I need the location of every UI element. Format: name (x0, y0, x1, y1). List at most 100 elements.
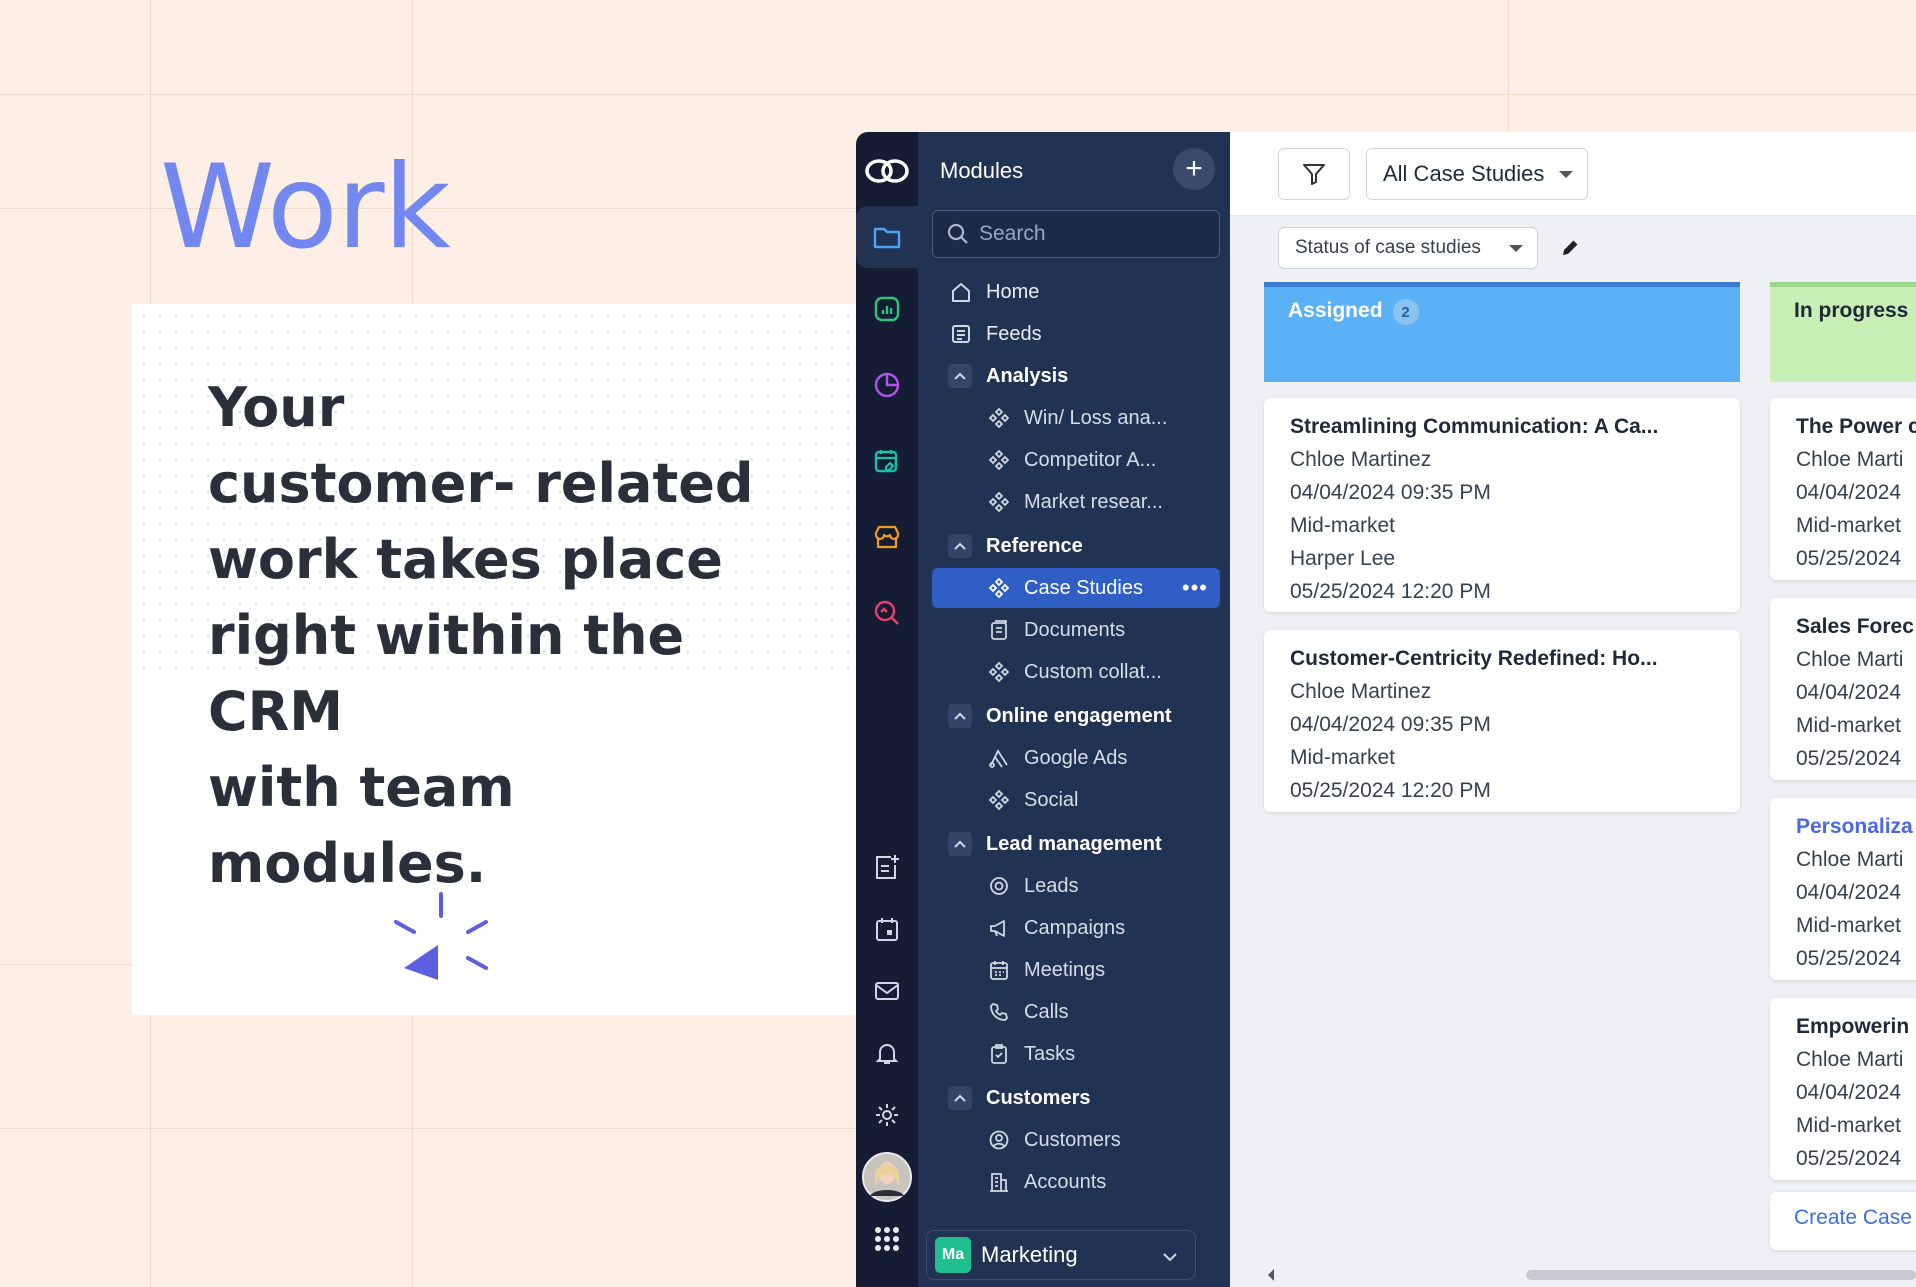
tagline-line: right within the CRM (208, 604, 685, 743)
status-select-value: Status of case studies (1295, 237, 1481, 258)
filter-button[interactable] (1278, 148, 1350, 200)
card-field: Mid-market (1796, 714, 1902, 737)
filter-icon (1303, 164, 1325, 185)
search-input[interactable]: Search (932, 210, 1220, 258)
sidebar-item-accounts[interactable]: Accounts (932, 1162, 1220, 1202)
case-card[interactable]: The Power c Chloe Marti 04/04/2024 Mid-m… (1770, 398, 1916, 580)
sidebar-item-customers[interactable]: Customers (932, 1120, 1220, 1160)
chevron-down-icon (1163, 1242, 1177, 1268)
sidebar-item-label: Campaigns (1024, 916, 1126, 939)
view-select[interactable]: All Case Studies (1366, 148, 1588, 200)
planner-icon[interactable] (856, 430, 918, 492)
sidebar-item-tasks[interactable]: Tasks (932, 1034, 1220, 1074)
group-label: Online engagement (986, 704, 1172, 727)
case-card[interactable]: Customer-Centricity Redefined: Ho... Chl… (1264, 630, 1740, 812)
card-field: 04/04/2024 (1796, 1081, 1902, 1104)
case-card[interactable]: Sales Forec Chloe Marti 04/04/2024 Mid-m… (1770, 598, 1916, 780)
card-title: Sales Forec (1796, 615, 1914, 638)
modules-folder-icon[interactable] (856, 206, 918, 268)
tagline-line: work takes place (208, 528, 723, 591)
column-header-in-progress[interactable]: In progress (1770, 282, 1916, 382)
group-label: Reference (986, 534, 1083, 557)
create-case-button[interactable]: Create Case (1770, 1192, 1916, 1250)
team-module-icon (986, 659, 1012, 685)
more-options-icon[interactable]: ••• (1182, 575, 1208, 601)
chevron-up-icon (948, 1086, 972, 1110)
calendar-icon[interactable] (856, 898, 918, 960)
team-switcher[interactable]: Ma Marketing (926, 1230, 1196, 1280)
case-card[interactable]: Empowerin Chloe Marti 04/04/2024 Mid-mar… (1770, 998, 1916, 1180)
sidebar-item-market-research[interactable]: Market resear... (932, 482, 1220, 522)
edit-pencil-icon[interactable] (1560, 236, 1582, 258)
sidebar-item-label: Feeds (986, 322, 1042, 345)
sidebar-item-calls[interactable]: Calls (932, 992, 1220, 1032)
caret-down-icon (1559, 171, 1573, 178)
group-customers[interactable]: Customers (932, 1078, 1220, 1118)
crm-window: Modules + Search Home Feeds Analysis Win… (856, 132, 1916, 1287)
column-header-assigned[interactable]: Assigned 2 (1264, 282, 1740, 382)
sidebar-item-leads[interactable]: Leads (932, 866, 1220, 906)
sidebar-item-home[interactable]: Home (932, 272, 1220, 312)
group-lead-management[interactable]: Lead management (932, 824, 1220, 864)
reports-pie-icon[interactable] (856, 354, 918, 416)
sidebar-item-label: Meetings (1024, 958, 1106, 981)
sidebar-item-custom-collat[interactable]: Custom collat... (932, 652, 1220, 692)
column-title: Assigned (1288, 299, 1383, 322)
modules-sidebar: Modules + Search Home Feeds Analysis Win… (918, 132, 1230, 1287)
toolbar: All Case Studies (1230, 132, 1916, 216)
sidebar-item-google-ads[interactable]: Google Ads (932, 738, 1220, 778)
card-title: Empowerin (1796, 1015, 1910, 1038)
leads-target-icon (986, 873, 1012, 899)
card-field: Mid-market (1290, 514, 1396, 537)
icon-rail (856, 132, 918, 1287)
sidebar-item-label: Case Studies (1024, 576, 1143, 599)
bell-icon[interactable] (856, 1022, 918, 1084)
sidebar-item-feeds[interactable]: Feeds (932, 314, 1220, 354)
card-field: 05/25/2024 (1796, 1147, 1902, 1170)
card-field: Chloe Marti (1796, 648, 1904, 671)
user-avatar[interactable] (856, 1146, 918, 1208)
sidebar-item-win-loss[interactable]: Win/ Loss ana... (932, 398, 1220, 438)
sidebar-item-label: Competitor A... (1024, 448, 1157, 471)
mail-icon[interactable] (856, 960, 918, 1022)
sidebar-item-documents[interactable]: Documents (932, 610, 1220, 650)
sidebar-item-meetings[interactable]: Meetings (932, 950, 1220, 990)
card-title: Personaliza (1796, 815, 1913, 838)
sidebar-item-label: Customers (1024, 1128, 1121, 1151)
sidebar-item-social[interactable]: Social (932, 780, 1220, 820)
analytics-icon[interactable] (856, 278, 918, 340)
case-card[interactable]: Streamlining Communication: A Ca... Chlo… (1264, 398, 1740, 612)
group-analysis[interactable]: Analysis (932, 356, 1220, 396)
scrollbar-thumb[interactable] (1526, 1270, 1916, 1280)
card-title: Customer-Centricity Redefined: Ho... (1290, 647, 1658, 670)
sidebar-item-campaigns[interactable]: Campaigns (932, 908, 1220, 948)
card-field: Harper Lee (1290, 547, 1396, 570)
status-field-select[interactable]: Status of case studies (1278, 227, 1538, 269)
card-field: Chloe Martinez (1290, 680, 1432, 703)
apps-grid-icon[interactable] (856, 1208, 918, 1270)
horizontal-scrollbar[interactable] (1266, 1268, 1916, 1282)
add-module-button[interactable]: + (1173, 148, 1215, 190)
sidebar-item-case-studies[interactable]: Case Studies ••• (932, 568, 1220, 608)
sidebar-item-label: Leads (1024, 874, 1079, 897)
click-spark-icon (394, 892, 488, 980)
card-field: Mid-market (1796, 514, 1902, 537)
google-ads-icon (986, 745, 1012, 771)
phone-icon (986, 999, 1012, 1025)
scroll-left-icon[interactable] (1266, 1268, 1276, 1282)
case-card[interactable]: Personaliza Chloe Marti 04/04/2024 Mid-m… (1770, 798, 1916, 980)
team-module-icon (986, 489, 1012, 515)
group-online-engagement[interactable]: Online engagement (932, 696, 1220, 736)
create-record-icon[interactable] (856, 836, 918, 898)
search-icon (947, 223, 968, 244)
group-reference[interactable]: Reference (932, 526, 1220, 566)
app-logo-icon[interactable] (856, 140, 918, 202)
settings-gear-icon[interactable] (856, 1084, 918, 1146)
sidebar-item-competitor[interactable]: Competitor A... (932, 440, 1220, 480)
card-field: 04/04/2024 09:35 PM (1290, 713, 1491, 736)
card-field: Mid-market (1796, 1114, 1902, 1137)
search-insights-icon[interactable] (856, 582, 918, 644)
marketplace-store-icon[interactable] (856, 506, 918, 568)
card-field: 04/04/2024 (1796, 881, 1902, 904)
sidebar-item-label: Social (1024, 788, 1079, 811)
